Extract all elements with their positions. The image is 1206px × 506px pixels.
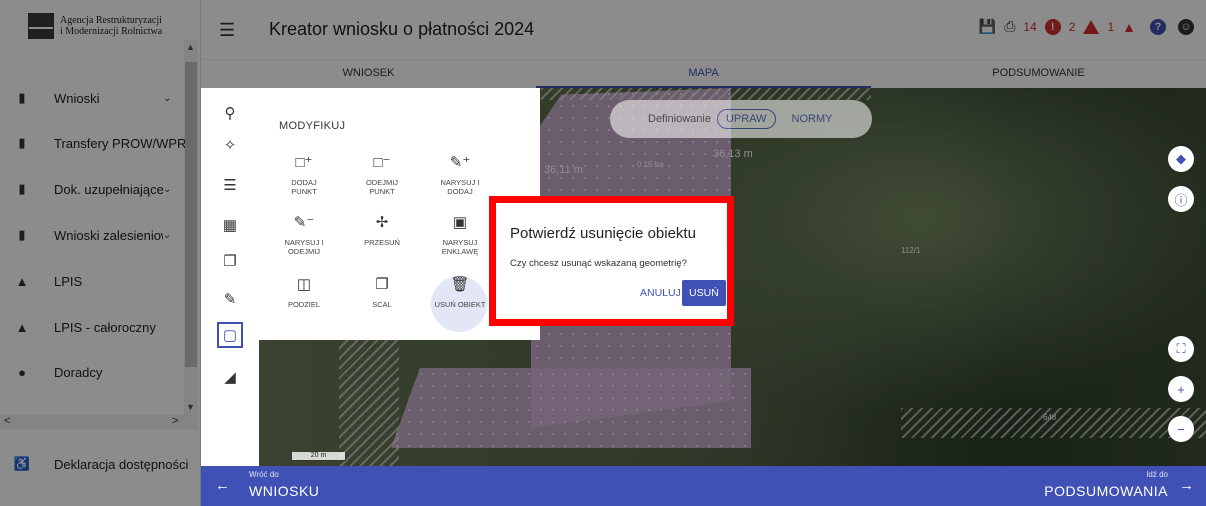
- move-button[interactable]: ✢ PRZESUŃ: [347, 212, 417, 247]
- zoom-out-icon[interactable]: −: [1168, 416, 1194, 442]
- cancel-button[interactable]: ANULUJ: [636, 281, 685, 305]
- grid-select-icon[interactable]: ▦: [217, 212, 243, 238]
- draw-subtract-button[interactable]: ✎⁻ NARYSUJ I ODEJMIJ: [269, 212, 339, 256]
- button-label: ODEJMIJ: [287, 247, 321, 256]
- fullscreen-icon[interactable]: ⛶: [1168, 336, 1194, 362]
- button-label: DODAJ: [291, 178, 317, 187]
- search-icon[interactable]: ⚲: [217, 100, 243, 126]
- button-label: NARYSUJ I: [440, 178, 480, 187]
- button-label: SCAL: [372, 300, 392, 309]
- add-point-button[interactable]: □⁺ DODAJ PUNKT: [269, 152, 339, 196]
- merge-icon: ❐: [375, 276, 389, 293]
- list-icon[interactable]: ☰: [217, 172, 243, 198]
- button-label: USUŃ OBIEKT: [434, 300, 486, 309]
- header-dim-overlay: [201, 0, 1206, 88]
- confirm-delete-button[interactable]: USUŃ: [682, 280, 726, 306]
- trash-icon: 🗑: [450, 276, 470, 293]
- back-caption: Wróć do: [249, 470, 279, 479]
- button-label: PODZIEL: [287, 300, 321, 309]
- merge-button[interactable]: ❐ SCAL: [347, 274, 417, 309]
- enclave-icon: ▣: [452, 214, 468, 231]
- arrow-right-icon[interactable]: →: [1179, 477, 1194, 494]
- confirm-delete-dialog: Potwierdź usunięcie obiektu Czy chcesz u…: [496, 203, 727, 319]
- button-label: PUNKT: [291, 187, 317, 196]
- wizard-footer: ← Wróć do WNIOSKU Idź do PODSUMOWANIA →: [201, 466, 1206, 506]
- delete-object-button[interactable]: 🗑 USUŃ OBIEKT: [425, 274, 495, 309]
- button-label: PUNKT: [369, 187, 395, 196]
- definiowanie-label: Definiowanie: [648, 113, 711, 125]
- uprawy-toggle[interactable]: UPRAW: [716, 109, 776, 129]
- draw-add-button[interactable]: ✎⁺ NARYSUJ I DODAJ: [425, 152, 495, 196]
- draw-enclave-button[interactable]: ▣ NARYSUJ ENKLAWĘ: [425, 212, 495, 256]
- dialog-message: Czy chcesz usunąć wskazaną geometrię?: [510, 258, 687, 269]
- pencil-icon[interactable]: ✎: [217, 286, 243, 312]
- layers-icon[interactable]: ◆: [1168, 146, 1194, 172]
- normy-toggle[interactable]: NORMY: [792, 113, 833, 125]
- definition-mode-toggle: Definiowanie UPRAW NORMY: [610, 100, 872, 138]
- copy-icon[interactable]: ❐: [217, 248, 243, 274]
- remove-point-button[interactable]: □⁻ ODEJMIJ PUNKT: [347, 152, 417, 196]
- button-label: ENKLAWĘ: [441, 247, 479, 256]
- button-label: ODEJMIJ: [365, 178, 399, 187]
- split-icon: ◫: [296, 276, 312, 293]
- move-icon: ✢: [375, 214, 389, 231]
- back-button[interactable]: WNIOSKU: [249, 483, 319, 499]
- next-button[interactable]: PODSUMOWANIA: [1044, 483, 1168, 499]
- map-toolbar: ⚲ ✧ ☰ ▦ ❐ ✎ ▢ ◢: [201, 88, 259, 466]
- scale-bar: 20 m: [291, 452, 346, 461]
- modify-icon[interactable]: ▢: [217, 322, 243, 348]
- button-label: DODAJ: [447, 187, 473, 196]
- app-root: Agencja Restrukturyzacji i Modernizacji …: [0, 0, 1206, 506]
- panel-title: MODYFIKUJ: [279, 120, 346, 132]
- sidebar-dim-overlay: [0, 0, 201, 506]
- add-point-icon: □⁺: [295, 154, 313, 171]
- draw-subtract-icon: ✎⁻: [293, 214, 315, 231]
- draw-add-icon: ✎⁺: [449, 154, 471, 171]
- zoom-in-icon[interactable]: +: [1168, 376, 1194, 402]
- remove-point-icon: □⁻: [373, 154, 391, 171]
- button-label: PRZESUŃ: [364, 238, 400, 247]
- crop-icon[interactable]: ✧: [217, 132, 243, 158]
- measure-icon[interactable]: ◢: [217, 364, 243, 390]
- dialog-title: Potwierdź usunięcie obiektu: [510, 225, 696, 242]
- split-button[interactable]: ◫ PODZIEL: [269, 274, 339, 309]
- arrow-left-icon[interactable]: ←: [215, 477, 230, 494]
- next-caption: Idź do: [1146, 470, 1168, 479]
- button-label: NARYSUJ I: [284, 238, 324, 247]
- button-label: NARYSUJ: [442, 238, 478, 247]
- info-icon[interactable]: ⓘ: [1168, 186, 1194, 212]
